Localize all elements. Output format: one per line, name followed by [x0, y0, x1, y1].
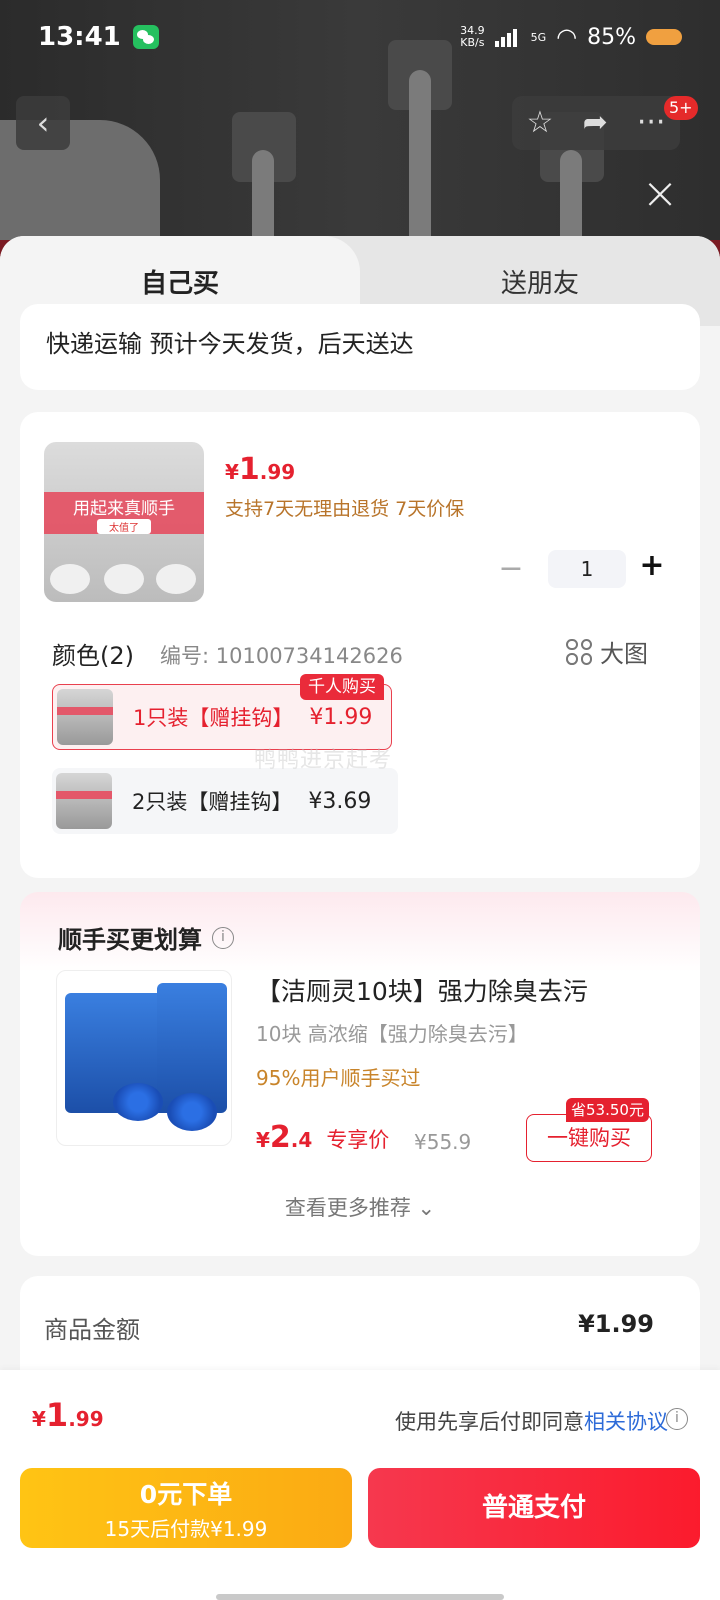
price-decimal: .99: [259, 460, 296, 484]
price-integer: 2: [269, 1120, 291, 1155]
quantity-minus-button[interactable]: −: [496, 550, 526, 588]
more-icon[interactable]: ···: [637, 108, 666, 138]
amount-label: 商品金额: [44, 1316, 140, 1344]
back-button[interactable]: ‹: [16, 96, 70, 150]
original-price: ¥55.9: [414, 1130, 472, 1154]
sku-price: ¥3.69: [308, 788, 372, 814]
pay-later-subtitle: 15天后付款¥1.99: [104, 1517, 268, 1541]
upsell-bought-rate: 95%用户顺手买过: [256, 1066, 421, 1090]
chevron-left-icon: ‹: [36, 104, 50, 142]
brush-head: [50, 564, 90, 594]
price-currency: ¥: [256, 1128, 270, 1152]
thumbnail-banner-text: 用起来真顺手: [73, 499, 175, 519]
upsell-product-desc: 10块 高浓缩【强力除臭去污】: [256, 1022, 528, 1046]
share-icon[interactable]: ➦: [583, 108, 608, 138]
brush-image: [409, 70, 431, 260]
net-speed: 34.9 KB/s: [460, 25, 485, 49]
upsell-title-text: 顺手买更划算: [58, 926, 202, 954]
sku-price: ¥1.99: [309, 704, 373, 730]
battery-percent: 85%: [587, 24, 636, 50]
color-label: 颜色(2): [52, 642, 134, 670]
upsell-price: ¥2.4 专享价: [256, 1120, 389, 1155]
price-decimal: .99: [68, 1407, 104, 1431]
exclusive-price-label: 专享价: [326, 1128, 390, 1152]
upsell-card: 顺手买更划算 i 【洁厕灵10块】强力除臭去污 10块 高浓缩【强力除臭去污】 …: [20, 892, 700, 1256]
price-currency: ¥: [32, 1407, 46, 1431]
sku-number: 编号: 10100734142626: [160, 644, 403, 668]
upsell-title: 顺手买更划算 i: [58, 920, 234, 955]
price-currency: ¥: [225, 460, 239, 484]
brush-head: [104, 564, 144, 594]
price-decimal: .4: [290, 1128, 313, 1152]
nav-actions: ☆ ➦ ···: [512, 96, 680, 150]
sku-label: 2只装【赠挂钩】: [132, 790, 293, 814]
tablet-image: [113, 1083, 163, 1121]
info-icon[interactable]: i: [212, 926, 234, 949]
brush-head: [156, 564, 196, 594]
status-bar: 13:41 34.9 KB/s 5G ◠ 85%: [0, 0, 720, 74]
product-thumbnail[interactable]: 用起来真顺手 太值了: [44, 442, 204, 602]
pay-later-button[interactable]: 0元下单 15天后付款¥1.99: [20, 1468, 352, 1548]
normal-pay-button[interactable]: 普通支付: [368, 1468, 700, 1548]
sku-thumbnail: [57, 689, 113, 745]
more-recommendations-link[interactable]: 查看更多推荐 ⌄: [20, 1192, 700, 1222]
sku-option-2pack[interactable]: 2只装【赠挂钩】 ¥3.69: [52, 768, 398, 834]
wifi-icon: ◠: [556, 23, 578, 51]
home-indicator: [216, 1594, 504, 1600]
product-price: ¥1.99: [225, 452, 295, 487]
net-speed-unit: KB/s: [460, 36, 485, 49]
thumbnail-banner: 用起来真顺手 太值了: [44, 492, 204, 534]
price-integer: 1: [238, 452, 260, 487]
total-price: ¥1.99: [32, 1396, 104, 1434]
delivery-estimate: 快递运输 预计今天发货，后天送达: [46, 330, 414, 358]
agreement-link[interactable]: 相关协议: [584, 1410, 668, 1434]
network-type: 5G: [530, 30, 547, 44]
product-card: 用起来真顺手 太值了 ¥1.99 支持7天无理由退货 7天价保 − 1 + 颜色…: [20, 412, 700, 878]
delivery-card: 快递运输 预计今天发货，后天送达: [20, 304, 700, 390]
price-integer: 1: [45, 1396, 69, 1434]
signal-icon: [494, 27, 521, 47]
tablet-image: [167, 1093, 217, 1131]
checkout-bar: ¥1.99 使用先享后付即同意相关协议 i 0元下单 15天后付款¥1.99 普…: [0, 1370, 720, 1600]
amount-value: ¥1.99: [578, 1310, 654, 1338]
close-icon[interactable]: ×: [638, 172, 682, 216]
pay-later-title: 0元下单: [139, 1480, 233, 1509]
watermark: 鸭鸭进京赶考: [254, 748, 393, 773]
status-time: 13:41: [38, 22, 121, 52]
guarantee-text: 支持7天无理由退货 7天价保: [225, 498, 465, 520]
sku-label: 1只装【赠挂钩】: [133, 706, 294, 730]
upsell-product-image[interactable]: [56, 970, 232, 1146]
upsell-product-name[interactable]: 【洁厕灵10块】强力除臭去污: [256, 972, 588, 1008]
hot-sale-badge: 千人购买: [300, 674, 384, 700]
agreement-text: 使用先享后付即同意: [395, 1410, 584, 1434]
quantity-plus-button[interactable]: +: [636, 546, 668, 586]
thumbnail-tag: 太值了: [97, 519, 151, 534]
message-badge: 5+: [664, 96, 698, 120]
status-indicators: 34.9 KB/s 5G ◠ 85%: [460, 23, 682, 51]
agreement-notice: 使用先享后付即同意相关协议: [395, 1406, 668, 1436]
star-icon[interactable]: ☆: [527, 108, 554, 138]
savings-badge: 省53.50元: [566, 1098, 649, 1122]
big-image-label: 大图: [600, 640, 648, 668]
big-image-button[interactable]: 大图: [566, 634, 648, 669]
quantity-input[interactable]: 1: [548, 550, 626, 588]
battery-icon: [646, 29, 682, 45]
grid-icon: [566, 638, 592, 665]
info-icon[interactable]: i: [666, 1408, 688, 1430]
wechat-icon: [132, 25, 159, 49]
sku-thumbnail: [56, 773, 112, 829]
